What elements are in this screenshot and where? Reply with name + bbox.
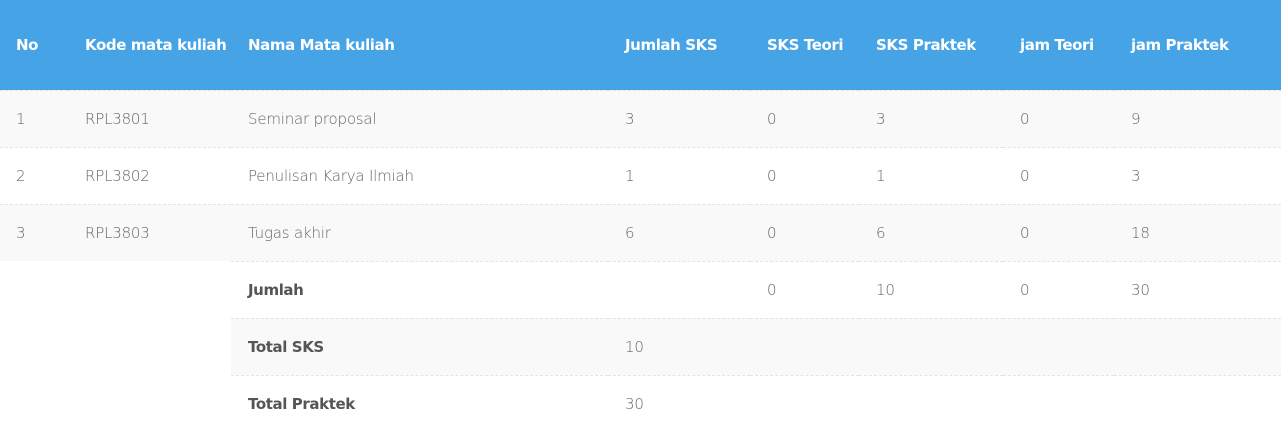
cell-jam-teori: 0 [1003,203,1114,261]
blank-cell [0,318,68,375]
cell-jam-praktek: 3 [1114,146,1281,204]
cell-jam-teori: 0 [1003,146,1114,204]
empty-cell [1003,374,1114,432]
blank-cell [68,375,231,432]
table-row: 2 RPL3802 Penulisan Karya Ilmiah 1 0 1 0… [0,146,1281,204]
jumlah-jam-praktek: 30 [1114,260,1281,318]
cell-sks-teori: 0 [750,203,859,261]
blank-cell [0,375,68,432]
header-no: No [16,35,39,54]
course-table-container: No Kode mata kuliah Nama Mata kuliah Jum… [0,0,1285,437]
course-table: No Kode mata kuliah Nama Mata kuliah Jum… [0,0,1281,432]
blank-cell [68,261,231,318]
cell-sks-teori: 0 [750,89,859,147]
cell-nama: Penulisan Karya Ilmiah [231,146,608,204]
cell-sks-teori: 0 [750,146,859,204]
cell-jumlah-sks: 1 [608,146,750,204]
cell-jam-praktek: 18 [1114,203,1281,261]
cell-nama: Seminar proposal [231,89,608,147]
total-sks-value: 10 [608,317,750,375]
blank-cell [68,318,231,375]
jumlah-label: Jumlah [231,260,608,318]
cell-jam-praktek: 9 [1114,89,1281,147]
total-sks-label: Total SKS [231,317,608,375]
cell-nama: Tugas akhir [231,203,608,261]
jumlah-sks-praktek: 10 [859,260,1003,318]
table-header: No Kode mata kuliah Nama Mata kuliah Jum… [0,0,1281,90]
header-row: No Kode mata kuliah Nama Mata kuliah Jum… [0,0,1281,90]
cell-jumlah-sks: 6 [608,203,750,261]
total-praktek-label: Total Praktek [231,374,608,432]
total-sks-row: Total SKS 10 [0,317,1281,375]
empty-cell [750,374,859,432]
blank-cell [0,261,68,318]
header-sks-teori: SKS Teori [767,35,844,54]
empty-cell [1114,317,1281,375]
table-body: 1 RPL3801 Seminar proposal 3 0 3 0 9 2 R… [0,89,1281,432]
cell-sks-praktek: 3 [859,89,1003,147]
cell-no: 2 [0,146,68,204]
cell-kode: RPL3802 [68,146,231,204]
cell-jumlah-sks: 3 [608,89,750,147]
cell-kode: RPL3803 [68,203,231,261]
empty-cell [1114,374,1281,432]
cell-sks-praktek: 1 [859,146,1003,204]
cell-jam-teori: 0 [1003,89,1114,147]
empty-cell [1003,317,1114,375]
total-praktek-value: 30 [608,374,750,432]
jumlah-jam-teori: 0 [1003,260,1114,318]
header-jam-praktek: jam Praktek [1131,35,1229,54]
table-row: 1 RPL3801 Seminar proposal 3 0 3 0 9 [0,89,1281,147]
header-sks-praktek: SKS Praktek [876,35,976,54]
cell-kode: RPL3801 [68,89,231,147]
jumlah-sks-value [608,260,750,318]
header-nama: Nama Mata kuliah [248,35,395,54]
header-jumlah-sks: Jumlah SKS [625,35,718,54]
jumlah-row: Jumlah 0 10 0 30 [0,260,1281,318]
cell-no: 1 [0,89,68,147]
total-praktek-row: Total Praktek 30 [0,374,1281,432]
header-kode: Kode mata kuliah [85,35,227,54]
cell-sks-praktek: 6 [859,203,1003,261]
cell-no: 3 [0,203,68,261]
empty-cell [859,374,1003,432]
table-row: 3 RPL3803 Tugas akhir 6 0 6 0 18 [0,203,1281,261]
empty-cell [859,317,1003,375]
header-jam-teori: jam Teori [1020,35,1094,54]
empty-cell [750,317,859,375]
jumlah-sks-teori: 0 [750,260,859,318]
